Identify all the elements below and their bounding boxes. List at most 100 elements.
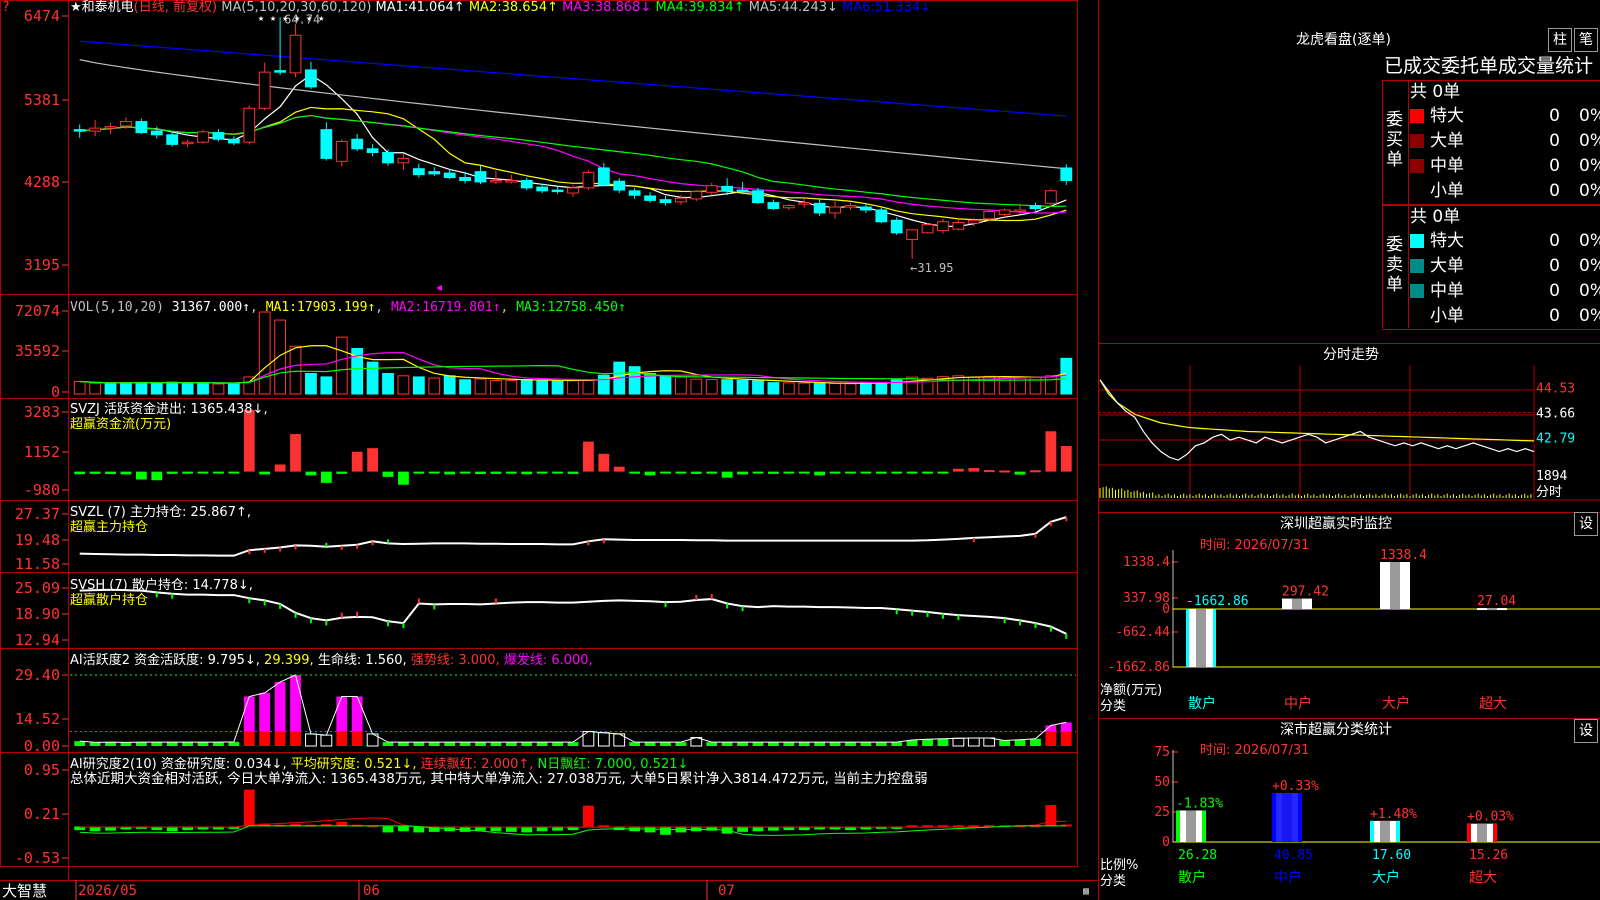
buy-order-row-0: 特大 0 0% — [1410, 106, 1600, 126]
fund-flow-bar-61 — [1014, 471, 1026, 475]
sz-monitor-axis-label-2: 分类 — [1100, 699, 1127, 714]
volume-bar-20 — [382, 373, 394, 395]
research-bar-22 — [413, 826, 425, 833]
fund-flow-bar-3 — [120, 471, 132, 475]
buy-orders-label-text: 委买单 — [1386, 110, 1403, 170]
vol-indicator-name[interactable]: VOL(5,10,20) — [70, 300, 164, 315]
svsh-y-ticklabel-0: 25.09 — [15, 579, 60, 597]
ai-activity-l2: 29.399, — [264, 653, 314, 668]
sell-orders-label-text: 委卖单 — [1386, 235, 1403, 295]
price-panel-header: ? — [2, 0, 10, 15]
svsh-line1[interactable]: SVSH (7) 散户持仓: 14.778↓, — [70, 578, 253, 593]
sz-monitor-axis-label: 净额(万元) — [1100, 683, 1163, 698]
sz-monitor-settings-button[interactable]: 设 — [1574, 512, 1598, 536]
activity-bar-56 — [937, 738, 949, 746]
sz-monitor-cat-0: 散户 — [1188, 695, 1216, 712]
activity-bar-base-18 — [351, 731, 363, 746]
research-bar-33 — [583, 805, 594, 827]
activity-bar-top-11 — [243, 696, 255, 732]
fund-flow-bar-34 — [598, 453, 610, 472]
candle-body-62 — [1029, 205, 1042, 210]
candle-body-10 — [227, 138, 240, 144]
sell-swatch-2 — [1410, 284, 1424, 298]
vol-ma1-value: 17903.199↑ — [297, 300, 376, 315]
activity-bar-36 — [629, 742, 641, 746]
ai-research-l3: 连续飘红: 2.000↑, — [420, 757, 534, 772]
buy-row-qty-2: 0 — [1549, 156, 1560, 176]
svsh-panel[interactable] — [79, 588, 1068, 639]
svzj-line1[interactable]: SVZJ 活跃资金进出: 1365.438↓, — [70, 402, 268, 417]
research-bar-38 — [660, 826, 671, 835]
buy-order-row-2: 中单 0 0% — [1410, 156, 1600, 176]
ma4-label: MA4: — [655, 0, 689, 15]
volume-panel[interactable] — [73, 311, 1073, 395]
buy-row-pct-0: 0% — [1579, 106, 1600, 126]
sz-stats-settings-button[interactable]: 设 — [1574, 719, 1598, 743]
activity-bar-31 — [552, 742, 563, 746]
svzl-line1[interactable]: SVZL (7) 主力持仓: 25.867↑, — [70, 505, 251, 520]
activity-bar-42 — [721, 742, 733, 746]
buy-swatch-3 — [1410, 184, 1424, 198]
fund-flow-bar-10 — [228, 471, 240, 474]
candle-body-36 — [628, 190, 641, 196]
ma2-label: MA2: — [468, 0, 502, 15]
sell-order-row-2: 中单 0 0% — [1410, 281, 1600, 301]
volume-bar-9 — [212, 383, 225, 395]
ai-activity-panel[interactable] — [70, 674, 1076, 747]
fund-flow-bar-7 — [182, 471, 194, 474]
ai-activity-title[interactable]: AI活跃度2 — [70, 653, 130, 668]
sz-stats-chart[interactable]: 75 50 25 0 -1.83% 26.28 散户 +0.33% 40.85 中户 +1.48% 1… — [1098, 744, 1600, 900]
sz-monitor-chart[interactable]: 1338.4337.980-662.44-1662.86-1662.86散户29… — [1098, 540, 1600, 716]
candle-body-11 — [243, 107, 256, 143]
volume-bar-40 — [690, 378, 703, 395]
price-panel[interactable]: 64.74←31.95 — [73, 12, 1073, 291]
stock-menu-icon[interactable]: ? — [2, 0, 10, 15]
favorite-star-icon[interactable]: ★ — [70, 0, 82, 15]
activity-bar-55 — [922, 739, 933, 746]
candle-body-3 — [120, 121, 132, 127]
fund-flow-bar-37 — [644, 471, 656, 476]
intraday-title: 分时走势 — [1323, 347, 1379, 363]
research-bar-11 — [243, 789, 255, 827]
svzl-panel[interactable] — [79, 516, 1068, 557]
candle-body-46 — [782, 205, 795, 209]
fund-flow-bar-36 — [629, 471, 641, 474]
tick-view-button[interactable]: 笔 — [1574, 28, 1598, 52]
candle-body-45 — [767, 202, 780, 210]
candle-body-52 — [875, 209, 888, 223]
volume-bar-43 — [736, 379, 749, 395]
volume-bar-14 — [289, 345, 302, 395]
candle-body-28 — [505, 179, 518, 183]
candle-body-32 — [567, 187, 579, 194]
volume-bar-24 — [443, 375, 456, 395]
buy-order-row-1: 大单 0 0% — [1410, 131, 1600, 151]
ai-research-panel[interactable] — [74, 789, 1072, 836]
fund-flow-bar-22 — [413, 471, 425, 474]
candle-body-57 — [952, 222, 965, 230]
svzj-panel[interactable] — [74, 410, 1072, 485]
ma5-value: 44.243↓ — [781, 0, 838, 15]
activity-bar-41 — [706, 742, 718, 746]
bar-view-button[interactable]: 柱 — [1548, 28, 1572, 52]
volume-bar-45 — [767, 382, 780, 395]
fund-flow-bar-32 — [567, 471, 579, 474]
intraday-chart[interactable]: 44.53 43.66 42.79 1894分时 — [1098, 365, 1600, 515]
period-label[interactable]: (日线, 前复权) — [134, 0, 217, 15]
ai-research-title[interactable]: AI研究度2(10) — [70, 757, 157, 772]
svsh-y-ticklabel-1: 18.90 — [15, 605, 60, 623]
fund-flow-bar-33 — [583, 441, 594, 472]
sz-stats-cat-1: 中户 — [1274, 869, 1302, 886]
buy-row-qty-3: 0 — [1549, 181, 1560, 201]
sell-row-name-1: 大单 — [1430, 256, 1464, 276]
intraday-avg-line — [1099, 379, 1535, 442]
activity-bar-21 — [398, 742, 409, 746]
fund-flow-bar-54 — [906, 471, 918, 474]
lock-icon[interactable]: ▩ — [1083, 884, 1089, 899]
candle-body-16 — [320, 129, 333, 159]
fund-flow-bar-17 — [336, 471, 348, 474]
intraday-top-border — [1098, 343, 1600, 344]
candle-body-60 — [998, 209, 1011, 215]
stock-name[interactable]: 和泰机电 — [82, 0, 134, 15]
sz-stats-bar-shade-2 — [1380, 820, 1390, 842]
sz-monitor-ytick-4: -1662.86 — [1107, 660, 1170, 675]
